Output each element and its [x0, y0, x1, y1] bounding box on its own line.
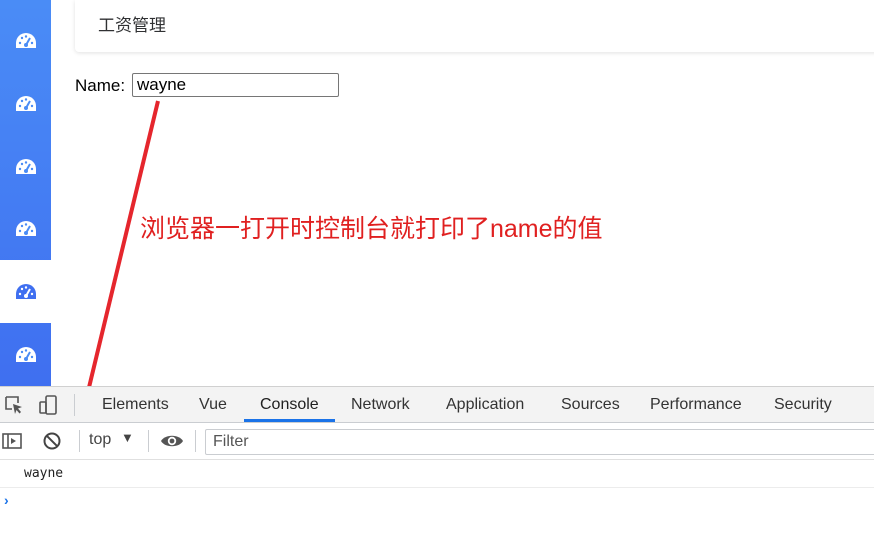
console-prompt-icon[interactable]: › — [4, 492, 9, 508]
sidebar-item-3[interactable] — [0, 135, 51, 198]
tab-elements[interactable]: Elements — [102, 387, 169, 422]
page-header: 工资管理 — [75, 0, 874, 52]
tab-network[interactable]: Network — [351, 387, 410, 422]
tab-console[interactable]: Console — [260, 387, 319, 422]
filter-input[interactable] — [205, 429, 874, 455]
caret-down-icon[interactable]: ▼ — [121, 430, 134, 445]
sidebar-item-6[interactable] — [0, 323, 51, 386]
inspect-element-icon[interactable] — [4, 395, 24, 415]
sidebar-item-2[interactable] — [0, 72, 51, 135]
tab-sources[interactable]: Sources — [561, 387, 620, 422]
console-log-row: wayne — [0, 460, 874, 488]
clear-console-icon[interactable] — [42, 431, 62, 451]
name-label: Name: — [75, 76, 126, 95]
tab-vue[interactable]: Vue — [199, 387, 227, 422]
devtools-tabbar: Elements Vue Console Network Application… — [0, 387, 874, 423]
sidebar — [0, 0, 51, 386]
gauge-icon — [15, 95, 36, 111]
sidebar-item-5-active[interactable] — [0, 260, 51, 323]
annotation-text: 浏览器一打开时控制台就打印了name的值 — [140, 215, 603, 243]
console-toolbar: top ▼ — [0, 423, 874, 460]
gauge-icon — [15, 220, 36, 236]
name-input[interactable] — [132, 73, 339, 97]
toolbar-divider — [79, 430, 80, 452]
gauge-icon — [15, 283, 36, 299]
device-toolbar-icon[interactable] — [38, 395, 58, 415]
eye-icon[interactable] — [160, 431, 184, 451]
context-selector[interactable]: top — [89, 431, 111, 449]
gauge-icon — [15, 32, 36, 48]
gauge-icon — [15, 346, 36, 362]
sidebar-item-4[interactable] — [0, 197, 51, 260]
tab-performance[interactable]: Performance — [650, 387, 742, 422]
tab-application[interactable]: Application — [446, 387, 524, 422]
active-tab-indicator — [244, 419, 335, 422]
console-log-text: wayne — [24, 466, 64, 481]
toolbar-divider — [195, 430, 196, 452]
tab-security[interactable]: Security — [774, 387, 832, 422]
sidebar-item-1[interactable] — [0, 9, 51, 72]
devtools-panel: Elements Vue Console Network Application… — [0, 386, 874, 534]
toolbar-divider — [74, 394, 75, 416]
page-title: 工资管理 — [98, 16, 166, 35]
gauge-icon — [15, 158, 36, 174]
sidebar-toggle-icon[interactable] — [2, 431, 22, 451]
toolbar-divider — [148, 430, 149, 452]
